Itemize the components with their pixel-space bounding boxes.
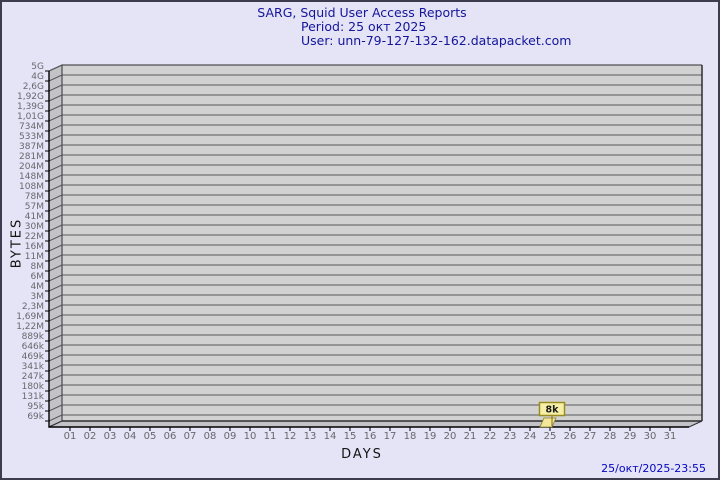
x-tick-label: 09 <box>219 431 241 443</box>
x-tick-label: 25 <box>539 431 561 443</box>
x-tick-label: 04 <box>119 431 141 443</box>
x-tick-label: 16 <box>359 431 381 443</box>
x-tick-label: 17 <box>379 431 401 443</box>
y-tick-label: 69k <box>2 412 44 423</box>
x-tick-label: 07 <box>179 431 201 443</box>
x-tick-label: 06 <box>159 431 181 443</box>
x-tick-label: 13 <box>299 431 321 443</box>
x-tick-label: 10 <box>239 431 261 443</box>
generated-timestamp: 25/окт/2025-23:55 <box>601 462 706 475</box>
x-tick-label: 28 <box>599 431 621 443</box>
x-tick-label: 05 <box>139 431 161 443</box>
value-callout-label: 8k <box>546 405 560 416</box>
x-tick-label: 24 <box>519 431 541 443</box>
x-tick-label: 22 <box>479 431 501 443</box>
x-tick-label: 15 <box>339 431 361 443</box>
y-axis-title: BYTES <box>10 218 25 269</box>
x-tick-label: 12 <box>279 431 301 443</box>
x-tick-label: 20 <box>439 431 461 443</box>
x-tick-label: 08 <box>199 431 221 443</box>
x-tick-label: 23 <box>499 431 521 443</box>
plot-floor <box>49 421 702 427</box>
x-tick-label: 30 <box>639 431 661 443</box>
report-canvas: SARG, Squid User Access Reports Period: … <box>0 0 720 480</box>
x-tick-label: 21 <box>459 431 481 443</box>
x-tick-label: 14 <box>319 431 341 443</box>
x-tick-label: 27 <box>579 431 601 443</box>
chart-canvas: 8k <box>2 2 720 482</box>
x-tick-label: 29 <box>619 431 641 443</box>
x-tick-label: 18 <box>399 431 421 443</box>
sarg-report-screenshot: { "header": { "title": "SARG, Squid User… <box>0 0 720 480</box>
x-tick-label: 03 <box>99 431 121 443</box>
bar-chart-area: 8k5G4G2,6G1,92G1,39G1,01G734M533M387M281… <box>2 2 720 482</box>
x-tick-label: 19 <box>419 431 441 443</box>
x-tick-label: 11 <box>259 431 281 443</box>
x-tick-label: 26 <box>559 431 581 443</box>
x-tick-label: 02 <box>79 431 101 443</box>
x-tick-label: 31 <box>659 431 681 443</box>
x-tick-label: 01 <box>59 431 81 443</box>
x-axis-title: DAYS <box>2 447 720 462</box>
plot-face <box>62 65 702 421</box>
